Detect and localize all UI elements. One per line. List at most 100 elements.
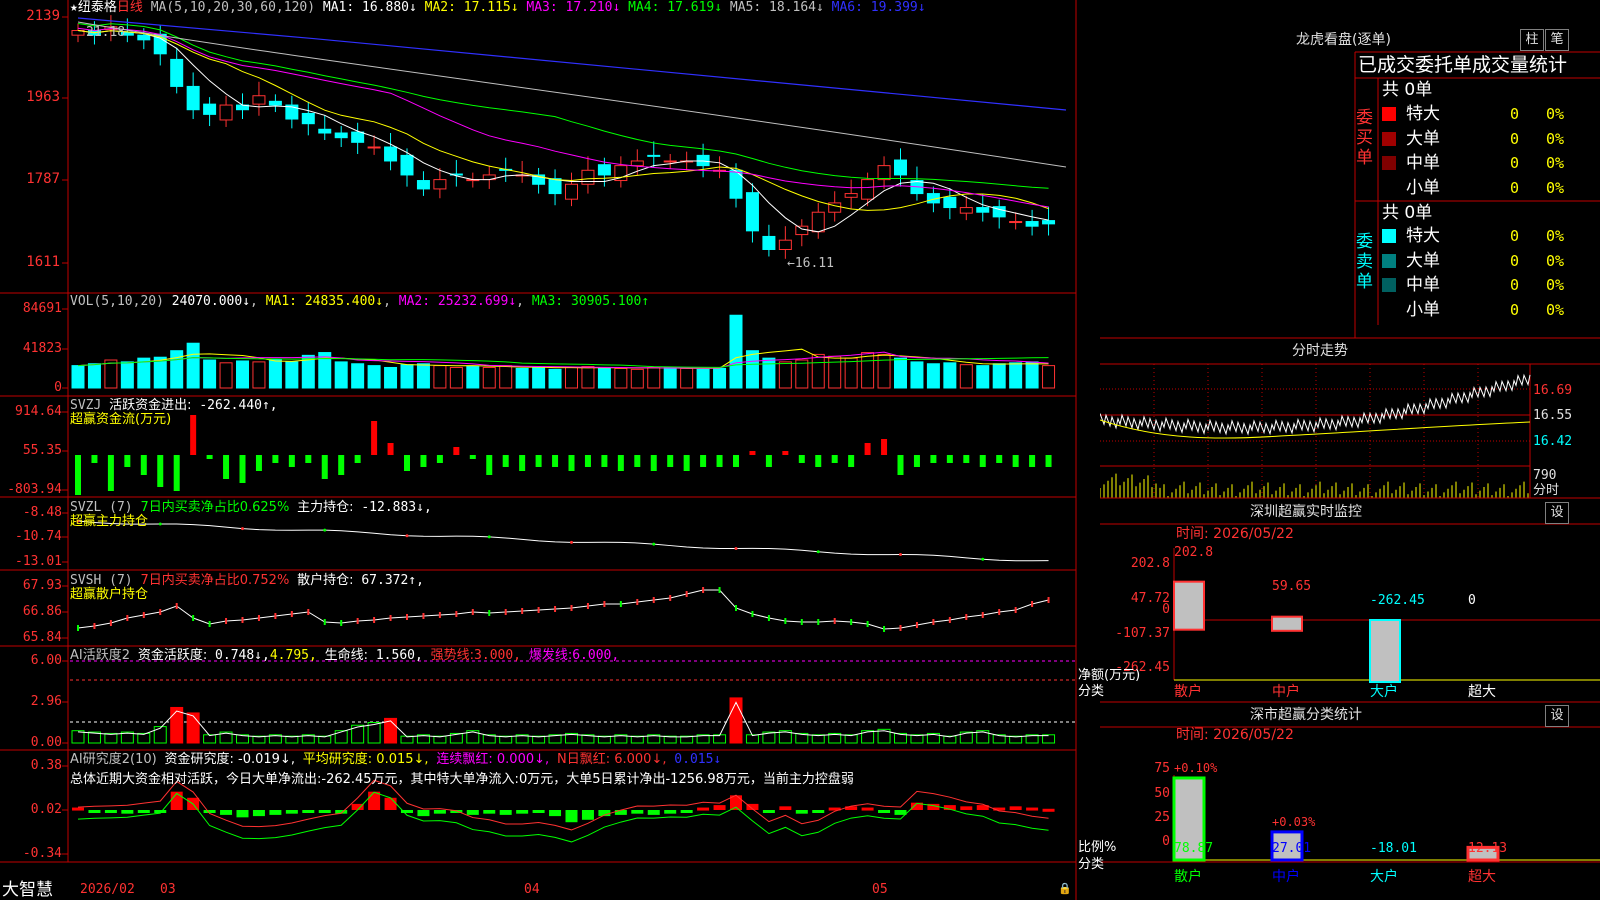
volume-bar xyxy=(515,367,529,389)
svzl-panel-y-tick: -10.74 xyxy=(15,529,62,544)
volume-bar xyxy=(384,366,398,389)
volume-chart xyxy=(71,314,1056,389)
candle-body xyxy=(647,154,661,157)
vol-value: 24070.000↓ xyxy=(171,294,251,309)
flow-bar xyxy=(798,455,805,463)
flow-bar xyxy=(223,455,230,479)
research-bar xyxy=(318,810,331,813)
flow-bar xyxy=(107,455,114,491)
volume-bar xyxy=(433,365,447,389)
candle-body xyxy=(268,100,282,106)
research-bar xyxy=(417,810,430,817)
sell_side-pct-3: 0% xyxy=(1546,276,1565,294)
ma-value-2: MA2: 17.115↓ xyxy=(416,0,519,15)
volume-bar xyxy=(400,364,414,389)
main-y-tick: 1963 xyxy=(26,89,60,105)
candle-body xyxy=(663,160,677,163)
research-bar xyxy=(252,810,265,817)
flow-bar xyxy=(667,455,674,467)
volume-bar xyxy=(252,361,266,389)
svzl-marker xyxy=(323,528,327,532)
svzl-marker xyxy=(734,547,738,551)
strong-line-label: 强势线: xyxy=(430,648,475,663)
low-price-label: ←16.11 xyxy=(787,256,834,271)
ai-research-title: AI研究度2(10) xyxy=(70,752,157,767)
pen-mode-button[interactable]: 笔 xyxy=(1545,29,1569,51)
candle-body xyxy=(203,103,217,115)
sz-monitor-bar-3 xyxy=(1369,619,1401,683)
flow-bar xyxy=(255,455,262,471)
sell_side-pct-2: 0% xyxy=(1546,251,1565,270)
ai-research-chart xyxy=(72,779,1055,843)
vol-ma2: MA2: 25232.699↓ xyxy=(398,294,517,309)
flow-bar xyxy=(486,455,493,475)
candle-body xyxy=(630,160,644,167)
volume-bar xyxy=(532,366,546,389)
sell_side-swatch-3 xyxy=(1382,278,1396,292)
flow-bar xyxy=(552,455,559,467)
volume-bar xyxy=(926,363,940,389)
flow-bar xyxy=(1045,455,1052,467)
svzl-marker xyxy=(816,550,820,554)
lock-icon[interactable]: 🔒 xyxy=(1058,881,1072,897)
sz-classify-y-tick: 50 xyxy=(1154,786,1170,801)
research-bar xyxy=(137,810,150,813)
buy_side-swatch-2 xyxy=(1382,131,1396,146)
sz-monitor-bar-rect xyxy=(1369,619,1401,683)
candle-body xyxy=(186,85,200,111)
sz-monitor-settings-button[interactable]: 设 xyxy=(1545,502,1569,524)
candle-body xyxy=(943,196,957,209)
burst-line-value: 6.000, xyxy=(572,648,620,663)
ai-active-value1: 0.748↓, xyxy=(215,648,270,663)
volume-bar xyxy=(597,366,611,389)
flow-bar xyxy=(1012,455,1019,467)
candle-body xyxy=(894,159,907,176)
ma-value-1: MA1: 16.880↓ xyxy=(322,0,417,15)
volume-bar xyxy=(976,365,990,389)
candle-body xyxy=(433,179,447,190)
candle-body xyxy=(318,128,332,134)
svzl-marker xyxy=(899,552,902,556)
research-bar xyxy=(269,810,282,815)
volume-bar xyxy=(745,350,759,389)
flow-bar xyxy=(700,455,707,467)
candle-body xyxy=(597,164,611,176)
candle-body xyxy=(877,165,891,181)
favorite-star-icon[interactable]: ★ xyxy=(70,0,78,15)
bar-mode-button[interactable]: 柱 xyxy=(1520,29,1544,51)
vol-title: VOL(5,10,20) xyxy=(70,294,164,309)
sell_side-swatch-2 xyxy=(1382,253,1396,268)
ai-research_panel-y-tick: 0.38 xyxy=(30,758,62,773)
brand-logo[interactable]: 大智慧 xyxy=(2,880,53,900)
svzl-label: 主力持仓: xyxy=(297,500,354,515)
flow-bar xyxy=(321,455,328,479)
sz-monitor-cat: 分类 xyxy=(1078,684,1105,699)
flow-bar xyxy=(601,455,608,467)
sz-classify-y-tick: 25 xyxy=(1154,810,1170,825)
research-bar xyxy=(516,810,529,814)
candle-body xyxy=(137,34,151,41)
candle-body xyxy=(1009,221,1023,224)
ma-values: MA1: 16.880↓ MA2: 17.115↓ MA3: 17.210↓ M… xyxy=(323,0,926,15)
intraday-title: 分时走势 xyxy=(1292,343,1348,359)
right-panel: 龙虎看盘(逐单) 柱 笔 已成交委托单成交量统计 委买单 共 0单 特大 0 0% 大… xyxy=(1078,0,1600,900)
candle-body xyxy=(367,146,381,149)
candle-body xyxy=(400,154,414,176)
period-label[interactable]: 日线 xyxy=(117,0,143,15)
svzl-panel-y-tick: -8.48 xyxy=(22,505,62,520)
active-bar xyxy=(729,697,743,744)
volume-bar xyxy=(499,365,513,389)
sell-side-label: 委卖单 xyxy=(1356,232,1373,292)
research-bar xyxy=(779,806,792,810)
sz-classify-bar-value: -18.01 xyxy=(1370,841,1417,856)
sz-classify-settings-button[interactable]: 设 xyxy=(1545,705,1569,727)
flow-bar xyxy=(519,455,526,471)
stock-name[interactable]: 纽泰格 xyxy=(78,0,117,15)
sz-classify-title: 深市超赢分类统计 xyxy=(1250,707,1362,723)
flow-bar xyxy=(354,455,361,463)
sz-monitor-category: 中户 xyxy=(1272,684,1300,700)
research-bar xyxy=(960,806,973,810)
svzl-marker xyxy=(241,527,244,531)
ai-active-value2: 4.795, xyxy=(269,648,317,663)
flow-bar xyxy=(716,455,723,467)
